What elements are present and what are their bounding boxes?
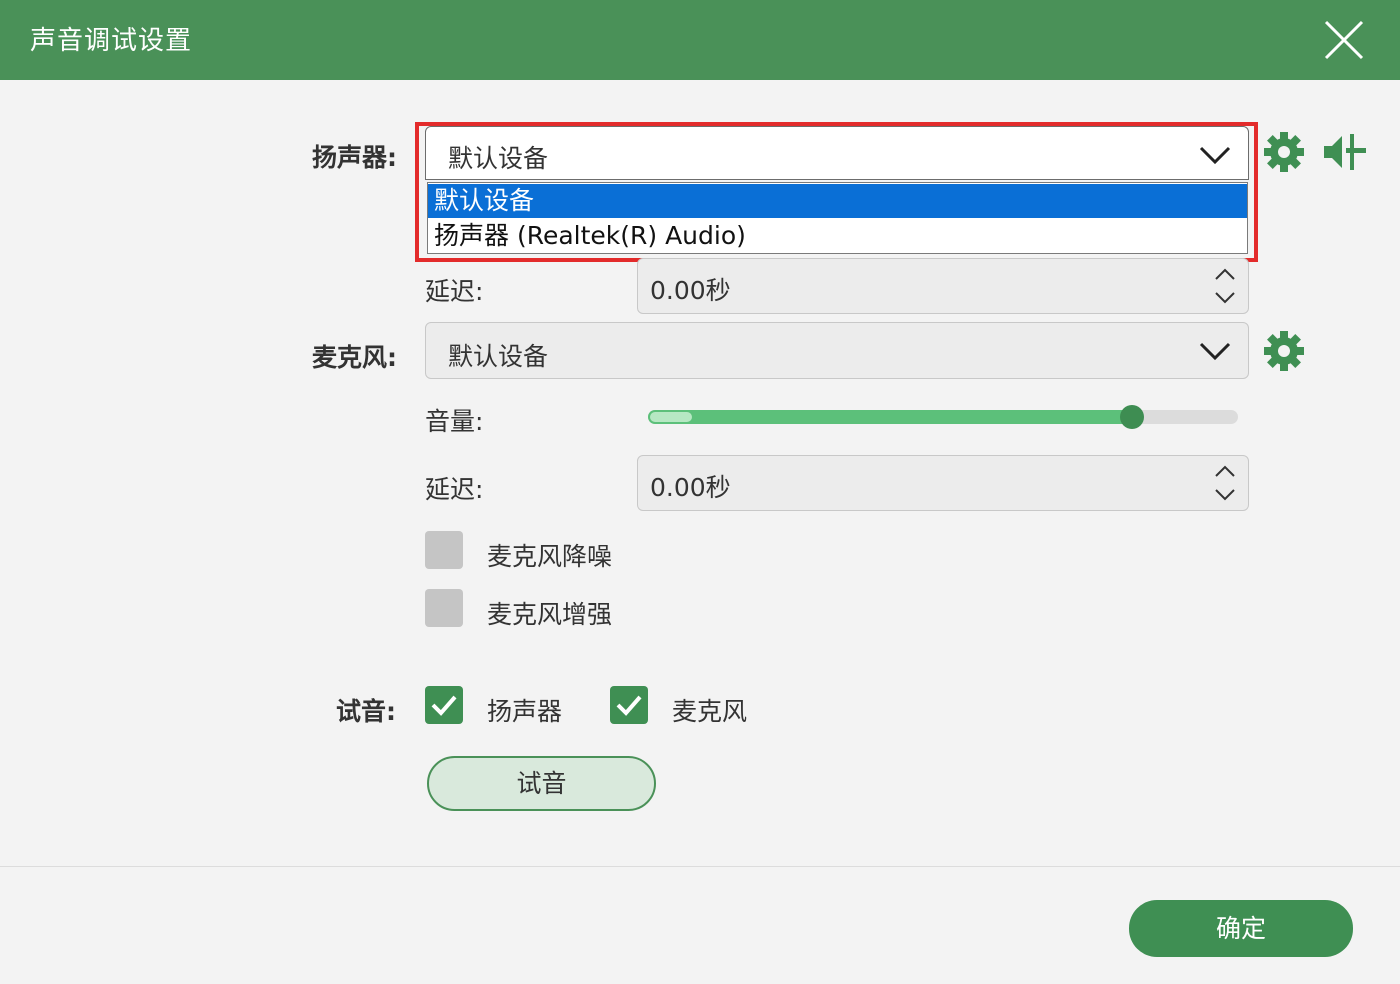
title-bar: 声音调试设置	[0, 0, 1400, 80]
window-title: 声音调试设置	[30, 26, 193, 56]
close-icon	[1324, 20, 1364, 60]
test-label: 试音:	[336, 697, 396, 726]
speaker-volume-button[interactable]	[1322, 130, 1366, 174]
microphone-select-value: 默认设备	[448, 342, 549, 371]
checkmark-icon	[616, 695, 642, 716]
test-speaker-label: 扬声器	[487, 697, 563, 726]
speaker-label: 扬声器:	[312, 143, 397, 172]
ok-button[interactable]: 确定	[1129, 900, 1353, 957]
noise-reduction-checkbox[interactable]	[425, 531, 463, 569]
chevron-down-icon[interactable]	[1214, 291, 1236, 305]
noise-reduction-label: 麦克风降噪	[487, 542, 613, 571]
test-speaker-checkbox[interactable]	[425, 686, 463, 724]
speaker-settings-button[interactable]	[1262, 130, 1306, 174]
volume-slider-start	[650, 412, 692, 422]
chevron-up-icon[interactable]	[1214, 464, 1236, 478]
speaker-delay-label: 延迟:	[425, 277, 484, 306]
microphone-delay-label: 延迟:	[425, 475, 484, 504]
microphone-delay-value: 0.00秒	[650, 473, 731, 502]
mic-enhance-label: 麦克风增强	[487, 600, 613, 629]
chevron-down-icon[interactable]	[1214, 488, 1236, 502]
highlight-box	[415, 122, 1258, 262]
microphone-label: 麦克风:	[312, 343, 397, 372]
volume-slider-thumb[interactable]	[1119, 405, 1144, 429]
speaker-delay-input[interactable]: 0.00秒	[637, 258, 1249, 314]
checkmark-icon	[431, 695, 457, 716]
chevron-down-icon	[1199, 342, 1231, 361]
test-button[interactable]: 试音	[427, 756, 656, 811]
gear-icon	[1264, 331, 1304, 371]
test-mic-checkbox[interactable]	[610, 686, 648, 724]
gear-icon	[1264, 132, 1304, 172]
footer-divider	[0, 866, 1400, 867]
chevron-up-icon[interactable]	[1214, 267, 1236, 281]
volume-slider-fill	[648, 410, 1132, 424]
microphone-delay-input[interactable]: 0.00秒	[637, 455, 1249, 511]
speaker-delay-value: 0.00秒	[650, 276, 731, 305]
speaker-volume-icon	[1324, 134, 1366, 170]
microphone-select[interactable]: 默认设备	[425, 322, 1249, 379]
microphone-settings-button[interactable]	[1262, 329, 1306, 373]
test-mic-label: 麦克风	[672, 697, 748, 726]
mic-enhance-checkbox[interactable]	[425, 589, 463, 627]
close-button[interactable]	[1322, 18, 1366, 62]
volume-slider[interactable]	[648, 405, 1238, 429]
volume-label: 音量:	[425, 407, 484, 436]
